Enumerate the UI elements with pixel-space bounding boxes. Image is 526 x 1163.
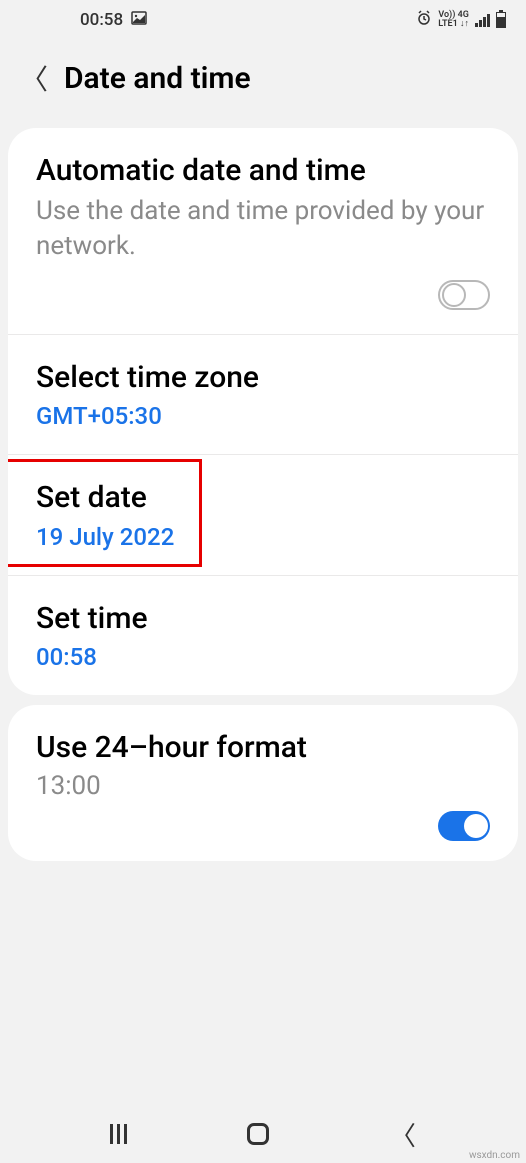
page-title: Date and time <box>64 61 251 96</box>
navigation-bar: 〈 <box>0 1105 526 1163</box>
row-value: 00:58 <box>36 643 490 671</box>
row-set-time[interactable]: Set time 00:58 <box>8 576 518 696</box>
alarm-icon <box>416 10 432 30</box>
row-title: Select time zone <box>36 359 490 397</box>
nav-recents-button[interactable] <box>110 1124 127 1144</box>
back-icon[interactable]: 〈 <box>20 58 48 98</box>
settings-card-main: Automatic date and time Use the date and… <box>8 128 518 695</box>
row-title: Set date <box>36 479 490 517</box>
row-value: 13:00 <box>36 771 490 801</box>
toggle-24hour[interactable] <box>438 811 490 841</box>
status-right: Vo)) 4G LTE1 ↓↑ <box>416 10 506 30</box>
row-timezone[interactable]: Select time zone GMT+05:30 <box>8 335 518 456</box>
row-title: Automatic date and time <box>36 152 490 190</box>
row-24hour-format[interactable]: Use 24–hour format 13:00 <box>8 705 518 861</box>
status-bar: 00:58 Vo)) 4G LTE1 ↓↑ <box>0 0 526 40</box>
signal-icon <box>475 13 490 27</box>
status-clock: 00:58 <box>80 10 123 30</box>
screenshot-icon <box>131 10 147 31</box>
app-header: 〈 Date and time <box>0 40 526 118</box>
row-value: GMT+05:30 <box>36 402 490 430</box>
battery-icon <box>496 12 506 28</box>
watermark: wsxdn.com <box>469 1150 520 1161</box>
toggle-auto-date[interactable] <box>438 280 490 310</box>
row-subtitle: Use the date and time provided by your n… <box>36 194 490 264</box>
row-set-date[interactable]: Set date 19 July 2022 <box>8 455 518 576</box>
row-title: Set time <box>36 600 490 638</box>
nav-home-button[interactable] <box>247 1123 269 1145</box>
status-left: 00:58 <box>80 10 147 31</box>
nav-back-button[interactable]: 〈 <box>390 1116 416 1153</box>
row-value: 19 July 2022 <box>36 523 490 551</box>
settings-card-format: Use 24–hour format 13:00 <box>8 705 518 861</box>
row-auto-date-time[interactable]: Automatic date and time Use the date and… <box>8 128 518 335</box>
network-icon: Vo)) 4G LTE1 ↓↑ <box>438 11 469 29</box>
row-title: Use 24–hour format <box>36 729 490 767</box>
